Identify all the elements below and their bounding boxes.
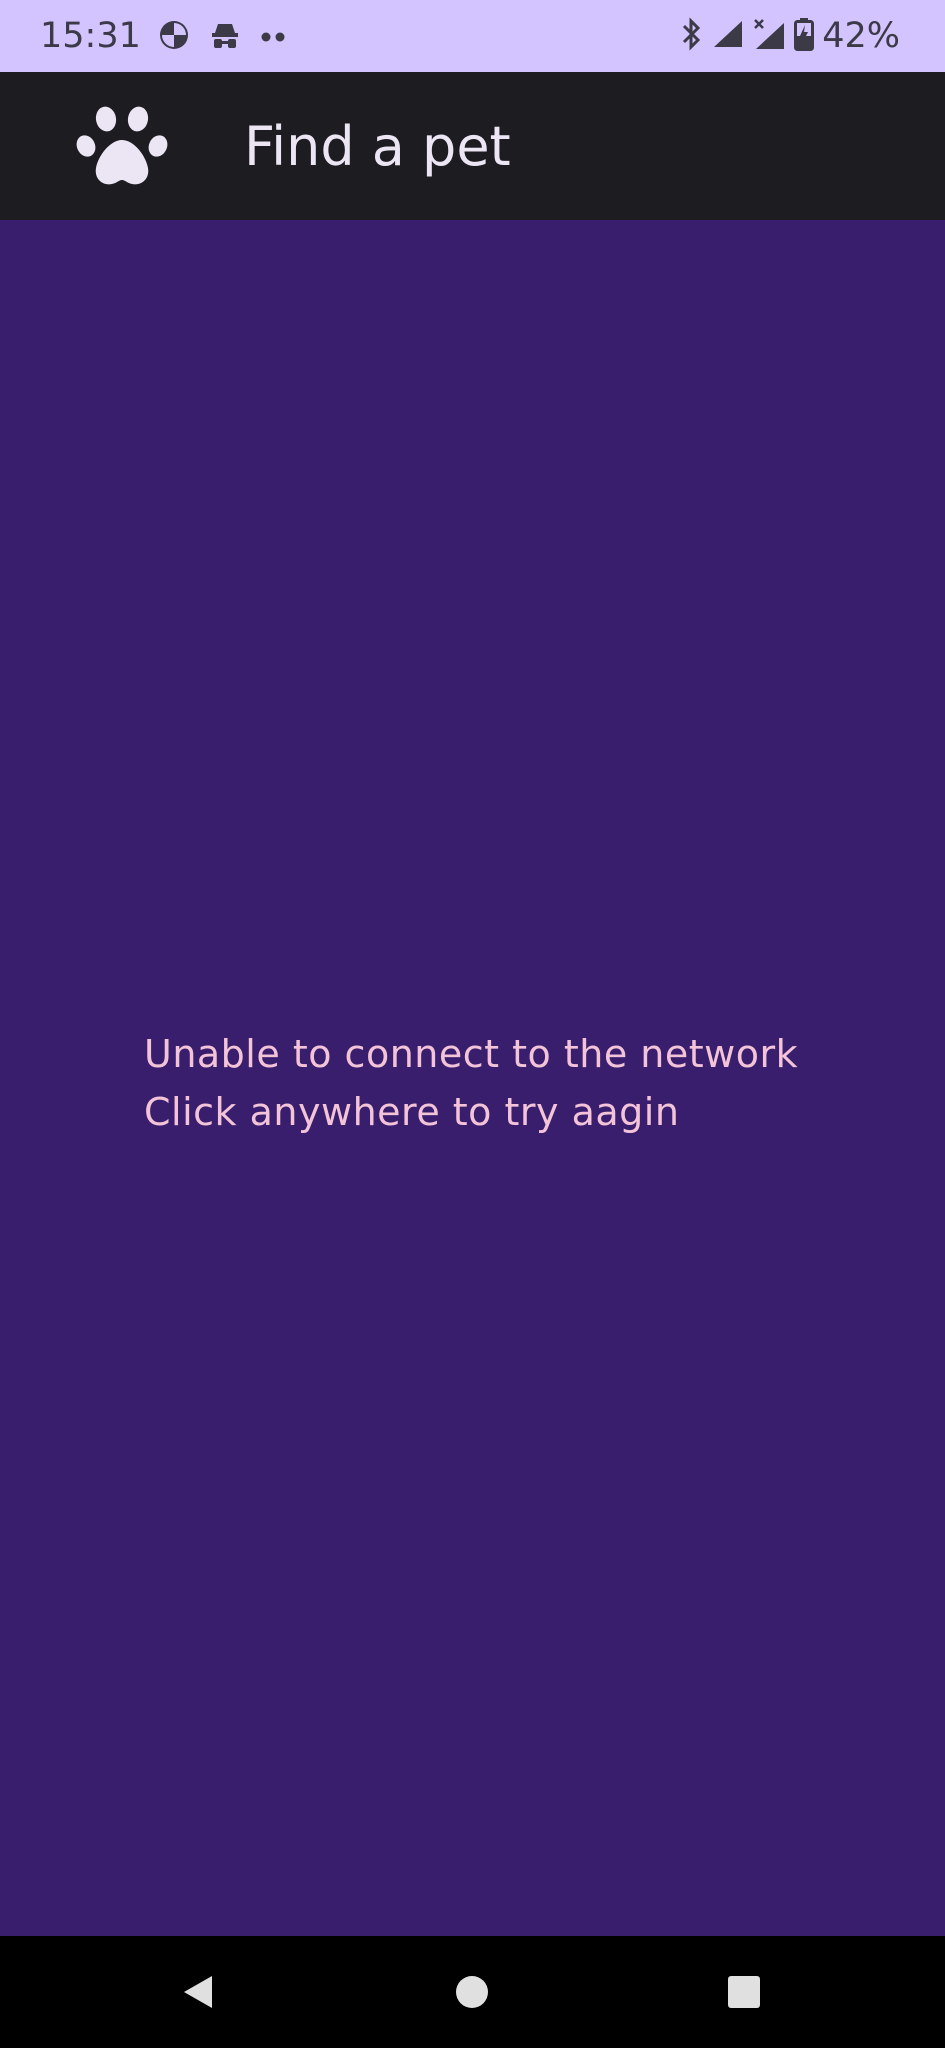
data-saver-icon [158,19,190,55]
system-nav-bar [0,1936,945,2048]
recents-icon [728,1976,760,2008]
status-icons-right: 42% [678,14,900,58]
retry-area[interactable]: Unable to connect to the network Click a… [0,220,945,1936]
status-bar: 15:31 42% [0,0,945,72]
status-time: 15:31 [40,16,141,56]
signal-no-data-icon [752,17,786,55]
recents-button[interactable] [718,1966,770,2018]
incognito-icon [210,20,240,54]
home-icon [456,1976,488,2008]
network-error-message: Unable to connect to the network Click a… [144,1025,798,1141]
status-icons-left [158,20,286,54]
back-button[interactable] [172,1966,224,2018]
paw-icon [76,106,168,185]
bluetooth-icon [678,17,704,55]
signal-icon [712,19,744,53]
screen: 15:31 42% Find a pet Unable to connect t… [0,0,945,2048]
app-bar: Find a pet [0,72,945,220]
battery-percentage: 42% [822,16,900,56]
battery-charging-icon [794,17,815,55]
more-dots-icon [260,28,286,47]
home-button[interactable] [446,1966,498,2018]
back-icon [184,1976,212,2008]
error-line-2: Click anywhere to try aagin [144,1090,680,1134]
error-line-1: Unable to connect to the network [144,1032,799,1076]
app-title: Find a pet [244,115,511,178]
